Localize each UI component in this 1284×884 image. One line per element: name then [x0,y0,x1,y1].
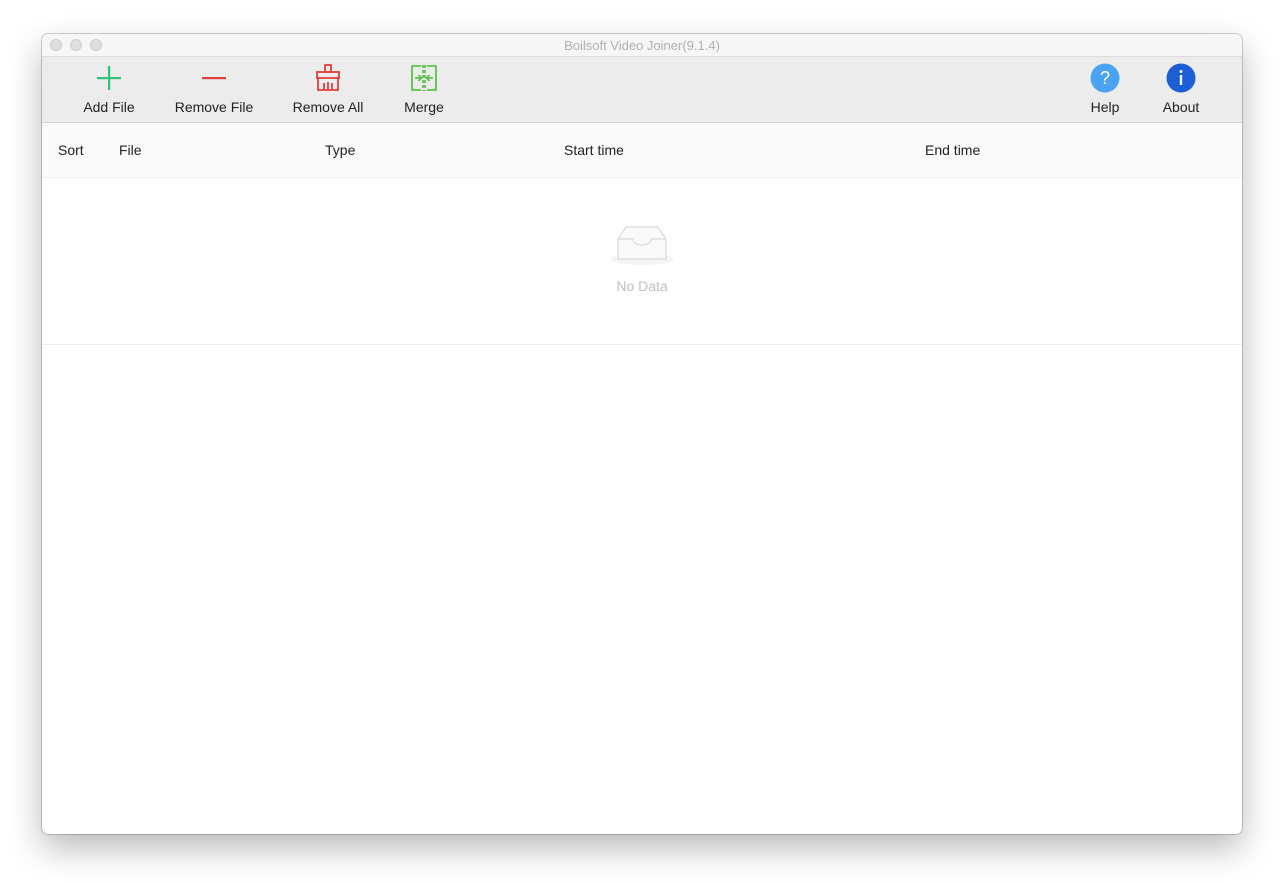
column-header-file[interactable]: File [119,142,142,158]
column-header-end-time[interactable]: End time [925,142,980,158]
add-file-label: Add File [83,99,135,115]
remove-all-button[interactable]: Remove All [288,63,368,119]
toolbar: Add File Remove File Remove All Merge ? … [42,57,1242,123]
merge-icon [411,65,437,91]
remove-all-label: Remove All [292,99,364,115]
about-label: About [1162,99,1200,115]
minus-icon [202,77,226,80]
title-bar[interactable]: Boilsoft Video Joiner(9.1.4) [42,34,1242,57]
merge-label: Merge [404,99,444,115]
remove-file-label: Remove File [174,99,254,115]
about-button[interactable]: About [1156,63,1206,119]
file-table-header: Sort File Type Start time End time [42,123,1242,178]
svg-text:?: ? [1100,68,1110,88]
info-circle-icon [1166,63,1196,93]
file-table-empty-state: No Data [42,178,1242,345]
plus-icon [97,66,121,90]
column-header-sort[interactable]: Sort [58,142,84,158]
window-title: Boilsoft Video Joiner(9.1.4) [564,38,720,53]
column-header-start-time[interactable]: Start time [564,142,624,158]
add-file-button[interactable]: Add File [72,63,146,119]
help-label: Help [1090,99,1120,115]
help-button[interactable]: ? Help [1080,63,1130,119]
column-header-type[interactable]: Type [325,142,355,158]
app-window: Boilsoft Video Joiner(9.1.4) Add File Re… [42,34,1242,834]
question-circle-icon: ? [1090,63,1120,93]
remove-file-button[interactable]: Remove File [170,63,258,119]
broom-icon [316,64,340,91]
merge-button[interactable]: Merge [397,63,451,119]
empty-inbox-icon [610,226,674,265]
no-data-text: No Data [616,278,668,294]
